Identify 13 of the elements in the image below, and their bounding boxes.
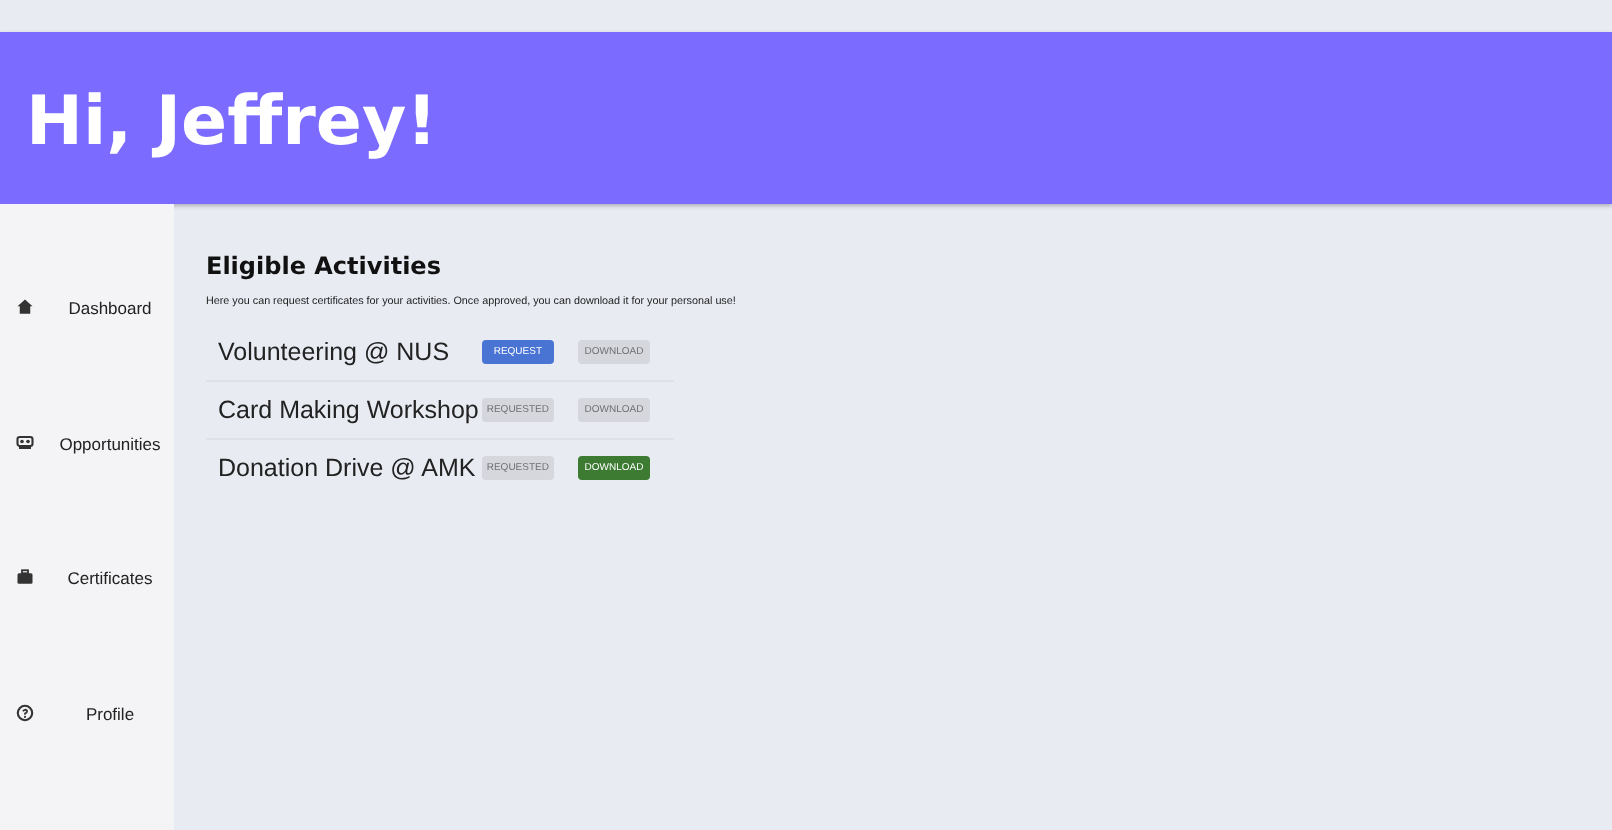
home-icon <box>16 298 34 316</box>
briefcase-icon <box>16 568 34 586</box>
sidebar-item[interactable]: Profile <box>0 695 174 830</box>
greeting: Hi, Jeffrey! <box>26 82 438 162</box>
help-icon <box>16 703 34 721</box>
section-title: Eligible Activities <box>206 252 443 280</box>
activity-name: Card Making Workshop <box>218 396 481 424</box>
sidebar-item[interactable]: Dashboard <box>0 290 174 425</box>
activity-name: Volunteering @ NUS <box>218 338 452 366</box>
sidebar-item[interactable]: Certificates <box>0 560 174 695</box>
activity-name: Donation Drive @ AMK <box>218 454 478 482</box>
people-icon <box>16 433 34 451</box>
sidebar-item[interactable]: Opportunities <box>0 425 174 560</box>
